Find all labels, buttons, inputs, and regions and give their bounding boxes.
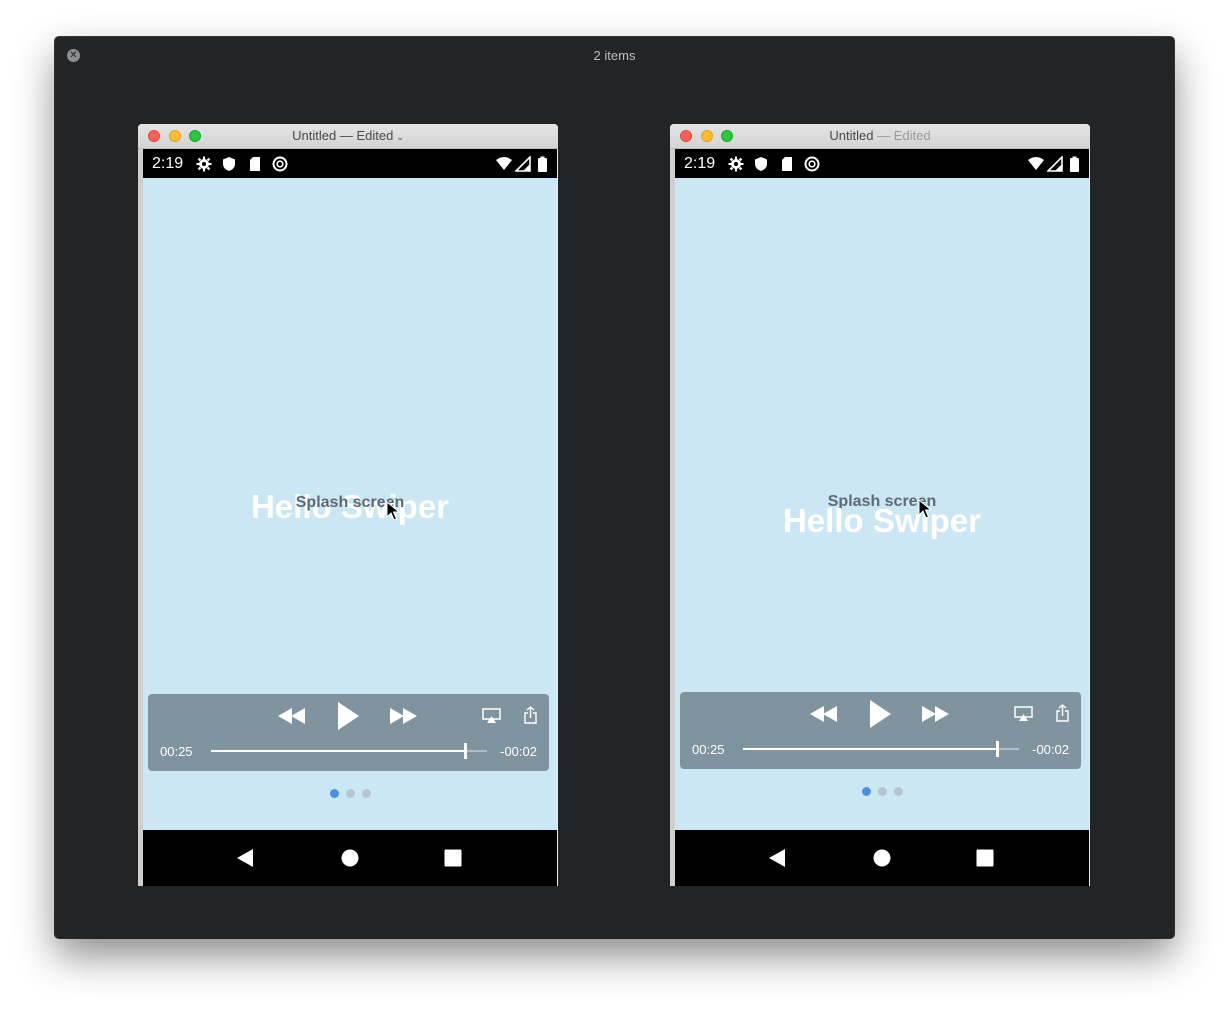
app-screen[interactable]: Splash screen Hello Swiper 00:25 -00:02 [675,178,1089,830]
status-bar: 2:19 [143,149,557,178]
recents-icon[interactable] [444,849,462,867]
progress-slider[interactable] [743,741,1019,757]
rewind-icon[interactable] [810,706,838,722]
battery-icon [538,156,547,172]
page-indicator [143,789,557,799]
splash-screen-text: Splash screen [295,494,405,511]
fast-forward-icon[interactable] [390,708,418,724]
recents-icon[interactable] [976,849,994,867]
share-icon[interactable] [524,706,537,724]
simulator-window-2: Untitled — Edited 2:19 Splash screen Hel… [670,124,1090,886]
remaining-time: -00:02 [500,744,537,759]
progress-thumb[interactable] [995,741,999,757]
shield-icon [755,157,767,171]
page-dot[interactable] [893,787,903,796]
play-icon[interactable] [868,699,892,729]
page-dot[interactable] [361,789,371,798]
window-title[interactable]: Untitled — Edited [670,128,1090,143]
window-titlebar: Untitled — Edited ⌄ [138,124,558,149]
current-time: 00:25 [692,742,725,757]
android-device-screen: 2:19 Splash screen Hello Swiper 00:25 -0… [675,149,1089,886]
sync-icon [804,156,820,172]
mouse-cursor-icon [918,499,932,519]
android-device-screen: 2:19 Hello Swiper Splash screen 00:25 -0… [143,149,557,886]
share-icon[interactable] [1056,704,1069,722]
progress-thumb[interactable] [463,743,467,759]
wifi-icon [1028,157,1044,170]
back-icon[interactable] [236,849,254,867]
quick-look-viewer: ✕ 2 items Untitled — Edited ⌄ 2:19 Hello… [55,37,1174,938]
page-dot[interactable] [329,789,339,798]
status-time: 2:19 [152,155,184,172]
shield-icon [223,157,235,171]
battery-icon [1070,156,1079,172]
hello-swiper-text: Hello Swiper [782,502,982,539]
video-player-controls: 00:25 -00:02 [148,694,549,771]
settings-icon [728,156,744,172]
status-time: 2:19 [684,155,716,172]
sync-icon [272,156,288,172]
window-titlebar: Untitled — Edited [670,124,1090,149]
video-player-controls: 00:25 -00:02 [680,692,1081,769]
window-title-edited: — Edited [336,128,394,143]
viewer-title: 2 items [593,48,636,63]
signal-icon [1047,156,1063,172]
page-indicator [675,787,1089,797]
back-icon[interactable] [768,849,786,867]
progress-fill [211,750,465,752]
navigation-bar [143,830,557,886]
sd-card-icon [782,157,792,171]
settings-icon [196,156,212,172]
sd-card-icon [250,157,260,171]
window-title-name: Untitled [829,128,874,143]
navigation-bar [675,830,1089,886]
airplay-icon[interactable] [1014,706,1033,722]
play-icon[interactable] [336,701,360,731]
remaining-time: -00:02 [1032,742,1069,757]
app-screen[interactable]: Hello Swiper Splash screen 00:25 -00:02 [143,178,557,830]
window-title[interactable]: Untitled — Edited ⌄ [138,128,558,143]
chevron-down-icon[interactable]: ⌄ [396,132,404,142]
window-title-name: Untitled [292,128,337,143]
airplay-icon[interactable] [482,708,501,724]
simulator-window-1: Untitled — Edited ⌄ 2:19 Hello Swiper Spl… [138,124,558,886]
wifi-icon [496,157,512,170]
window-title-edited: — Edited [873,128,931,143]
page-dot[interactable] [877,787,887,796]
status-bar: 2:19 [675,149,1089,178]
progress-slider[interactable] [211,743,487,759]
home-icon[interactable] [341,849,359,867]
progress-fill [743,748,997,750]
page-dot[interactable] [345,789,355,798]
fast-forward-icon[interactable] [922,706,950,722]
rewind-icon[interactable] [278,708,306,724]
mouse-cursor-icon [386,501,400,521]
home-icon[interactable] [873,849,891,867]
signal-icon [515,156,531,172]
page-dot[interactable] [861,787,871,796]
current-time: 00:25 [160,744,193,759]
